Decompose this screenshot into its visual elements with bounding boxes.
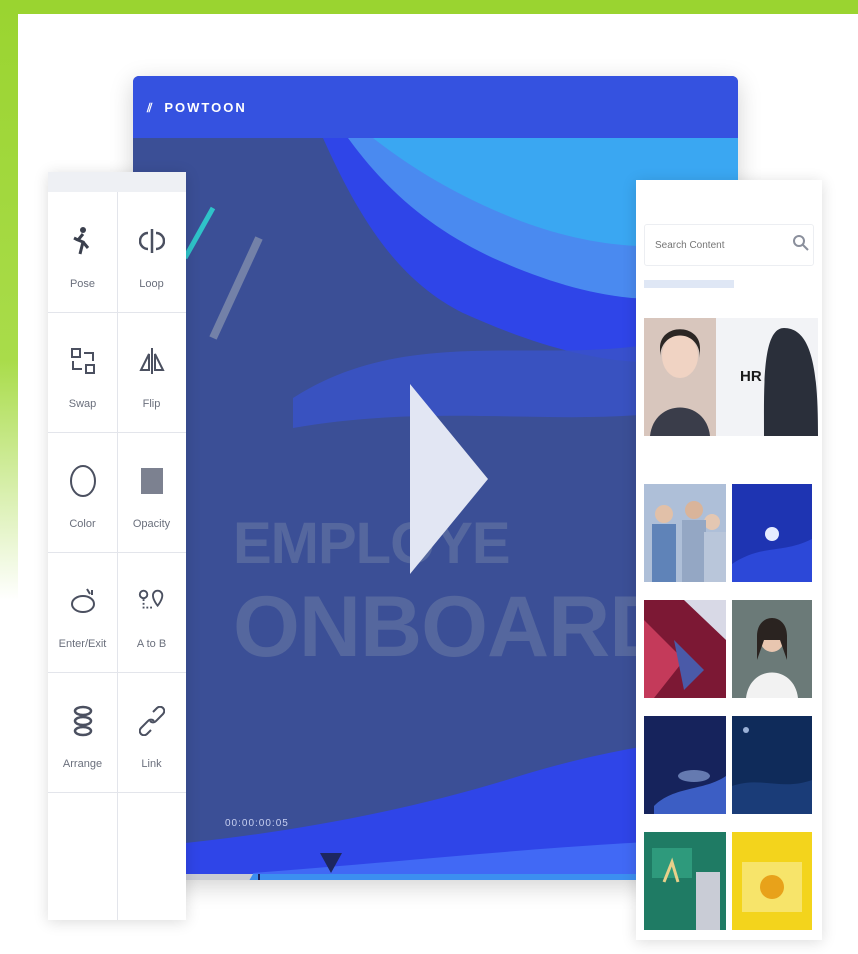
tool-loop[interactable]: Loop	[117, 192, 186, 312]
media-thumbnail[interactable]	[644, 484, 726, 582]
swap-icon	[68, 346, 98, 376]
tool-opacity[interactable]: Opacity	[117, 432, 186, 552]
blue-template-image	[732, 484, 812, 582]
hr-label: HR	[740, 368, 762, 385]
opacity-icon	[137, 466, 167, 496]
media-thumbnail[interactable]	[732, 600, 812, 698]
search-icon[interactable]	[792, 234, 810, 252]
tool-arrange[interactable]: Arrange	[48, 672, 117, 792]
team-photo-image	[644, 484, 726, 582]
tool-color[interactable]: Color	[48, 432, 117, 552]
link-icon	[137, 706, 167, 736]
tool-flip[interactable]: Flip	[117, 312, 186, 432]
flip-icon	[137, 346, 167, 376]
arrange-icon	[68, 705, 98, 737]
tool-label: Link	[141, 758, 162, 770]
media-thumbnail[interactable]	[644, 716, 726, 814]
media-thumbnail[interactable]	[732, 716, 812, 814]
color-circle-icon	[68, 465, 98, 497]
dark-blue-template-image	[732, 716, 812, 814]
red-abstract-image	[644, 600, 726, 698]
tool-label: Color	[69, 518, 96, 530]
tool-label: Opacity	[132, 518, 171, 530]
pose-figure-icon	[68, 226, 98, 256]
tool-pose[interactable]: Pose	[48, 192, 117, 312]
hr-woman-image	[644, 318, 818, 436]
timeline-playhead[interactable]	[320, 853, 342, 873]
media-thumbnail[interactable]	[732, 832, 812, 930]
enter-exit-icon	[68, 586, 98, 616]
media-thumbnail-hr[interactable]: HR	[644, 318, 818, 436]
search-results-bar	[644, 280, 734, 288]
play-button[interactable]	[410, 384, 488, 574]
media-thumbnail[interactable]	[644, 832, 726, 930]
tech-hand-image	[644, 716, 726, 814]
tool-swap[interactable]: Swap	[48, 312, 117, 432]
woman-portrait-image	[732, 600, 812, 698]
tool-enter-exit[interactable]: Enter/Exit	[48, 552, 117, 672]
media-panel: HR	[636, 180, 822, 940]
brand-name: POWTOON	[164, 100, 247, 115]
green-classroom-image	[644, 832, 726, 930]
tool-label: A to B	[136, 638, 167, 650]
timecode: 00:00:00:05	[225, 818, 289, 829]
green-left-border	[0, 0, 18, 600]
tool-label: Swap	[68, 398, 97, 410]
media-thumbnail[interactable]	[644, 600, 726, 698]
powtoon-mark-icon: ⫽	[147, 101, 155, 115]
green-top-border	[0, 0, 858, 14]
tool-label: Loop	[139, 278, 164, 290]
tool-label: Pose	[69, 278, 96, 290]
tool-label: Flip	[142, 398, 161, 410]
search-input[interactable]	[644, 224, 814, 266]
yellow-promo-image	[732, 832, 812, 930]
media-thumbnail[interactable]	[732, 484, 812, 582]
tool-label: Enter/Exit	[58, 638, 107, 650]
tools-panel: Pose Loop Swap Flip Color Opacity Enter/…	[48, 172, 186, 920]
brand-logo: ⫽ POWTOON	[147, 100, 247, 116]
a-to-b-icon	[137, 586, 167, 616]
tools-row-divider	[48, 792, 186, 793]
tool-link[interactable]: Link	[117, 672, 186, 792]
tool-label: Arrange	[62, 758, 103, 770]
loop-icon	[137, 226, 167, 256]
title-bar: ⫽ POWTOON	[133, 76, 738, 138]
tools-panel-header	[48, 172, 186, 192]
tool-a-to-b[interactable]: A to B	[117, 552, 186, 672]
